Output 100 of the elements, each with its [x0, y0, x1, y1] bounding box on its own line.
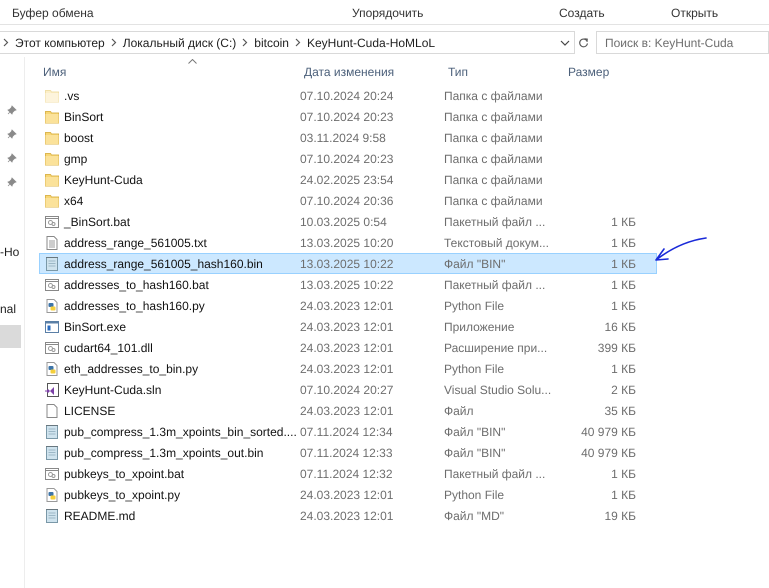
modified-date: 13.03.2025 10:22	[300, 278, 394, 292]
file-type: Папка с файлами	[444, 172, 544, 186]
file-name: boost	[64, 130, 94, 144]
file-row[interactable]: boost 03.11.2024 9:58 Папка с файлами	[39, 127, 657, 148]
modified-date: 07.11.2024 12:34	[300, 424, 394, 438]
file-row[interactable]: pubkeys_to_xpoint.py 24.03.2023 12:01 Python File 1 КБ	[39, 484, 657, 505]
breadcrumb-item[interactable]: Этот компьютер	[15, 36, 105, 50]
file-row[interactable]: gmp 07.10.2024 20:23 Папка с файлами	[39, 148, 657, 169]
file-name: LICENSE	[64, 404, 116, 418]
file-name: x64	[64, 194, 84, 208]
modified-date: 24.03.2023 12:01	[300, 340, 394, 354]
gears-document-icon	[44, 340, 60, 356]
pin-icon[interactable]	[7, 177, 17, 187]
file-type: Папка с файлами	[444, 152, 544, 166]
file-size: 1 КБ	[611, 466, 636, 480]
breadcrumb-item[interactable]: Локальный диск (C:)	[122, 36, 236, 50]
file-row[interactable]: LICENSE 24.03.2023 12:01 Файл 35 КБ	[39, 400, 657, 421]
file-row[interactable]: address_range_561005.txt 13.03.2025 10:20 Текстовый докум... 1 КБ	[39, 232, 657, 253]
file-type: Visual Studio Solu...	[444, 382, 552, 396]
file-type: Папка с файлами	[444, 194, 544, 208]
file-name: pub_compress_1.3m_xpoints_out.bin	[64, 446, 264, 460]
file-row[interactable]: KeyHunt-Cuda 24.02.2025 23:54 Папка с файлами	[39, 169, 657, 190]
file-name: KeyHunt-Cuda.sln	[64, 382, 162, 396]
search-field[interactable]: Поиск в: KeyHunt-Cuda	[596, 31, 769, 54]
window-icon	[44, 318, 60, 334]
file-row[interactable]: _BinSort.bat 10.03.2025 0:54 Пакетный файл ... 1 КБ	[39, 211, 657, 232]
address-bar[interactable]: Этот компьютер Локальный диск (C:) bitcoin KeyHunt-Cuda-HoMLoL	[0, 31, 575, 54]
modified-date: 07.10.2024 20:24	[300, 88, 394, 102]
modified-date: 10.03.2025 0:54	[300, 214, 388, 228]
file-type: Файл	[444, 404, 475, 418]
file-row[interactable]: x64 07.10.2024 20:36 Папка с файлами	[39, 190, 657, 211]
file-type: Python File	[444, 362, 506, 376]
file-row[interactable]: README.md 24.03.2023 12:01 Файл "MD" 19 КБ	[39, 505, 657, 526]
chevron-right-icon[interactable]	[242, 38, 248, 47]
file-name: eth_addresses_to_bin.py	[64, 362, 200, 376]
file-name: addresses_to_hash160.bat	[64, 278, 210, 292]
file-size: 399 КБ	[598, 340, 636, 354]
file-type: Файл "MD"	[444, 508, 506, 522]
file-row[interactable]: eth_addresses_to_bin.py 24.03.2023 12:01 Python File 1 КБ	[39, 358, 657, 379]
file-row[interactable]: pub_compress_1.3m_xpoints_out.bin 07.11.2024 12:33 Файл "BIN" 40 979 КБ	[39, 442, 657, 463]
hand-drawn-arrow-drawing	[652, 236, 708, 264]
file-type: Пакетный файл ...	[444, 466, 546, 480]
pin-icon[interactable]	[7, 105, 17, 115]
python-document-icon	[44, 298, 60, 314]
python-document-icon	[44, 360, 60, 376]
file-row[interactable]: addresses_to_hash160.bat 13.03.2025 10:22 Пакетный файл ... 1 КБ	[39, 274, 657, 295]
file-name: addresses_to_hash160.py	[64, 298, 206, 312]
file-size: 1 КБ	[611, 278, 636, 292]
column-header[interactable]: Тип	[448, 65, 468, 79]
modified-date: 24.03.2023 12:01	[300, 404, 394, 418]
chevron-right-icon[interactable]	[3, 38, 9, 47]
file-row[interactable]: KeyHunt-Cuda.sln 07.10.2024 20:27 Visual Studio Solu... 2 КБ	[39, 379, 657, 400]
file-row[interactable]: cudart64_101.dll 24.03.2023 12:01 Расширение при... 399 КБ	[39, 337, 657, 358]
file-type: Файл "BIN"	[444, 424, 506, 438]
file-type: Файл "BIN"	[444, 256, 506, 270]
breadcrumb-item[interactable]: bitcoin	[254, 36, 289, 50]
notepad-document-icon	[44, 424, 60, 440]
file-size: 1 КБ	[611, 236, 636, 250]
chevron-right-icon[interactable]	[294, 38, 301, 47]
navigation-item[interactable]: nal	[0, 302, 16, 316]
file-row[interactable]: pub_compress_1.3m_xpoints_bin_sorted.... 07.11.2024 12:34 Файл "BIN" 40 979 КБ	[39, 421, 657, 442]
file-type: Пакетный файл ...	[444, 214, 546, 228]
python-document-icon	[44, 486, 60, 502]
notepad-document-icon	[44, 444, 60, 460]
ribbon-group-label: Упорядочить	[352, 6, 424, 20]
file-name: address_range_561005.txt	[64, 236, 208, 250]
column-header[interactable]: Размер	[568, 65, 610, 79]
column-header[interactable]: Имя	[43, 65, 66, 79]
file-name: pubkeys_to_xpoint.bat	[64, 466, 186, 480]
file-row[interactable]: pubkeys_to_xpoint.bat 07.11.2024 12:32 Пакетный файл ... 1 КБ	[39, 463, 657, 484]
file-row[interactable]: BinSort 07.10.2024 20:23 Папка с файлами	[39, 106, 657, 127]
file-type: Папка с файлами	[444, 110, 544, 124]
file-name: pubkeys_to_xpoint.py	[64, 488, 182, 502]
file-row[interactable]: .vs 07.10.2024 20:24 Папка с файлами	[39, 85, 657, 106]
ribbon-group-label: Создать	[559, 6, 605, 20]
breadcrumb-item[interactable]: KeyHunt-Cuda-HoMLoL	[306, 36, 436, 50]
file-size: 1 КБ	[611, 362, 636, 376]
pin-icon[interactable]	[7, 129, 17, 139]
refresh-icon[interactable]	[578, 36, 589, 48]
column-header[interactable]: Дата изменения	[304, 65, 394, 79]
file-name: cudart64_101.dll	[64, 340, 154, 354]
file-row[interactable]: BinSort.exe 24.03.2023 12:01 Приложение 16 КБ	[39, 316, 657, 337]
file-size: 1 КБ	[611, 298, 636, 312]
pin-icon[interactable]	[7, 153, 17, 163]
file-type: Python File	[444, 298, 506, 312]
file-name: KeyHunt-Cuda	[64, 172, 144, 186]
dropdown-chevron-icon[interactable]	[560, 40, 570, 46]
modified-date: 07.11.2024 12:32	[300, 466, 394, 480]
modified-date: 24.03.2023 12:01	[300, 362, 394, 376]
navigation-item[interactable]: -Ho	[0, 245, 20, 259]
file-row[interactable]: address_range_561005_hash160.bin 13.03.2025 10:22 Файл "BIN" 1 КБ	[39, 253, 657, 274]
modified-date: 24.03.2023 12:01	[300, 508, 394, 522]
chevron-right-icon[interactable]	[110, 38, 117, 47]
file-size: 16 КБ	[604, 320, 636, 334]
sort-caret-icon	[188, 59, 197, 64]
notepad-document-icon	[44, 256, 60, 272]
file-row[interactable]: addresses_to_hash160.py 24.03.2023 12:01 Python File 1 КБ	[39, 295, 657, 316]
blank-document-icon	[44, 402, 60, 418]
file-type: Python File	[444, 488, 506, 502]
file-name: pub_compress_1.3m_xpoints_bin_sorted....	[64, 424, 298, 438]
